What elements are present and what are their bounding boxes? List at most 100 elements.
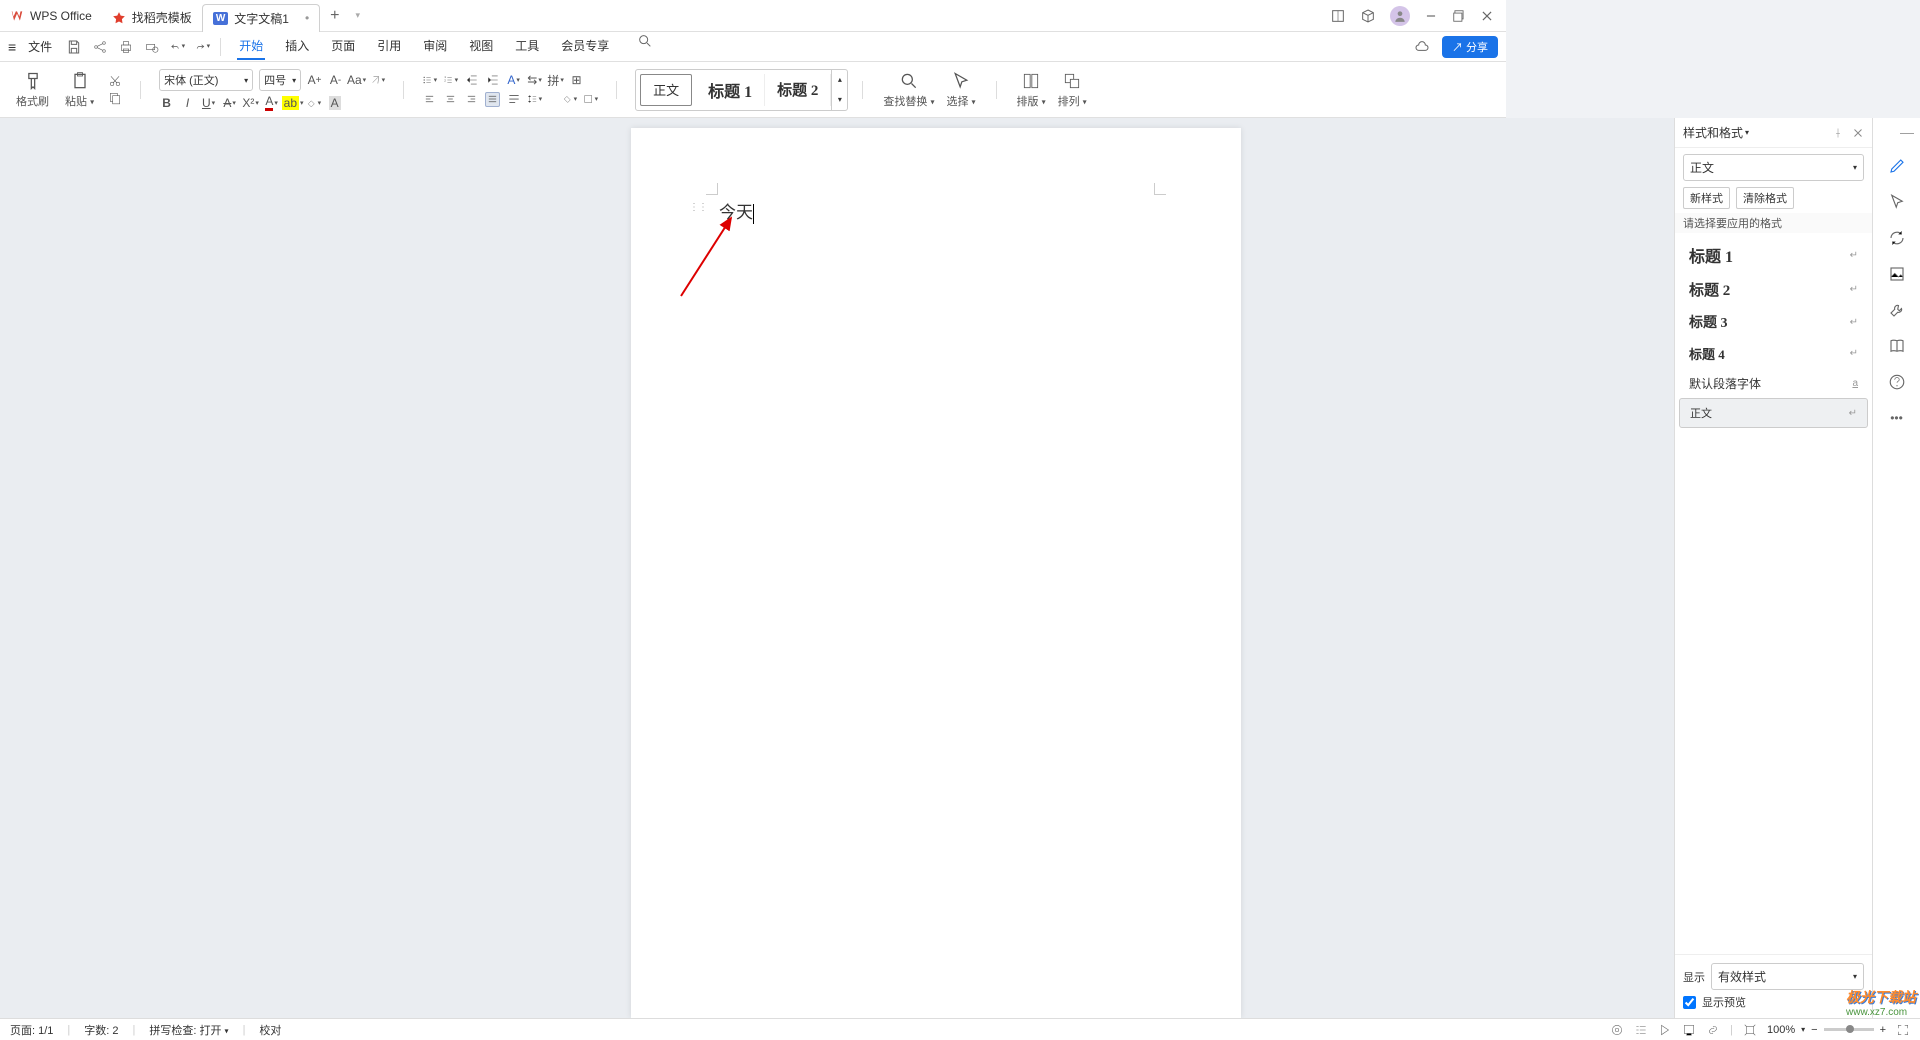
spellcheck-status[interactable]: 拼写检查: 打开 ▾ xyxy=(149,1022,228,1038)
cursor-tool-icon[interactable] xyxy=(1887,192,1907,212)
tab-view[interactable]: 视图 xyxy=(467,33,495,60)
distribute-icon[interactable] xyxy=(506,92,521,107)
shrink-font-icon[interactable]: A- xyxy=(328,73,343,88)
tab-tools[interactable]: 工具 xyxy=(513,33,541,60)
tab-template[interactable]: 找稻壳模板 xyxy=(102,4,202,32)
grow-font-icon[interactable]: A+ xyxy=(307,73,322,88)
font-select[interactable]: 宋体 (正文)▾ xyxy=(159,69,253,91)
style-h1[interactable]: 标题 1 xyxy=(696,74,765,106)
style-item-body[interactable]: 正文↵ xyxy=(1679,398,1868,428)
pin-icon[interactable] xyxy=(1832,127,1844,139)
select-button[interactable]: 选择 ▾ xyxy=(940,71,981,109)
arrange-button[interactable]: 排列 ▾ xyxy=(1052,71,1093,109)
tools-icon[interactable] xyxy=(1887,300,1907,320)
style-normal[interactable]: 正文 xyxy=(640,74,692,106)
cloud-icon[interactable] xyxy=(1414,39,1430,55)
pencil-icon[interactable] xyxy=(1887,156,1907,176)
fullscreen-icon[interactable] xyxy=(1896,1023,1910,1037)
minimize-icon[interactable] xyxy=(1424,9,1438,23)
borders-icon[interactable] xyxy=(583,92,598,107)
asian-layout-icon[interactable]: ⇆ xyxy=(527,73,542,88)
tab-reference[interactable]: 引用 xyxy=(375,33,403,60)
style-h2[interactable]: 标题 2 xyxy=(765,74,831,106)
zoom-slider[interactable] xyxy=(1824,1028,1874,1031)
new-tab-button[interactable]: + xyxy=(320,7,349,25)
page-count[interactable]: 页面: 1/1 xyxy=(10,1022,53,1038)
print-icon[interactable] xyxy=(118,39,134,55)
help-icon[interactable] xyxy=(1887,372,1907,392)
align-right-icon[interactable] xyxy=(464,92,479,107)
more-icon[interactable]: ••• xyxy=(1887,408,1907,428)
para-shading-icon[interactable] xyxy=(562,92,577,107)
link-icon[interactable] xyxy=(1706,1023,1720,1037)
layout-button[interactable]: 排版 ▾ xyxy=(1011,71,1052,109)
char-shading-icon[interactable]: A xyxy=(327,95,342,110)
gallery-icon[interactable] xyxy=(1887,264,1907,284)
numbering-icon[interactable]: 12 xyxy=(443,73,458,88)
tab-review[interactable]: 审阅 xyxy=(421,33,449,60)
document-text[interactable]: 今天 xyxy=(719,198,754,224)
change-case-icon[interactable]: Aa xyxy=(349,73,364,88)
style-scroll-up[interactable]: ▴ xyxy=(832,70,847,90)
preview-checkbox[interactable] xyxy=(1683,996,1696,1009)
tab-modified-icon[interactable]: • xyxy=(305,11,309,25)
style-item-h1[interactable]: 标题 1↵ xyxy=(1679,237,1868,273)
tab-document[interactable]: W 文字文稿1 • xyxy=(202,4,320,32)
book-icon[interactable] xyxy=(1887,336,1907,356)
tab-insert[interactable]: 插入 xyxy=(283,33,311,60)
document-area[interactable]: ⋮⋮ 今天 xyxy=(0,118,1872,1018)
settings-sync-icon[interactable] xyxy=(1887,228,1907,248)
maximize-icon[interactable] xyxy=(1452,9,1466,23)
line-spacing-icon[interactable] xyxy=(527,92,542,107)
view-outline-icon[interactable] xyxy=(1634,1023,1648,1037)
find-replace-button[interactable]: 查找替换 ▾ xyxy=(877,71,940,109)
shading-icon[interactable] xyxy=(306,95,321,110)
size-select[interactable]: 四号▾ xyxy=(259,69,301,91)
redo-button[interactable] xyxy=(195,39,210,54)
style-item-h2[interactable]: 标题 2↵ xyxy=(1679,273,1868,306)
fit-icon[interactable] xyxy=(1743,1023,1757,1037)
underline-icon[interactable]: U xyxy=(201,95,216,110)
bold-icon[interactable]: B xyxy=(159,95,174,110)
align-left-icon[interactable] xyxy=(422,92,437,107)
share-button[interactable]: ↗ 分享 xyxy=(1442,36,1498,58)
panel-close-icon[interactable] xyxy=(1852,127,1864,139)
show-filter-select[interactable]: 有效样式▾ xyxy=(1711,963,1864,990)
clear-format-button[interactable]: 清除格式 xyxy=(1736,187,1794,209)
text-effects-icon[interactable]: A xyxy=(506,73,521,88)
tab-home[interactable]: 开始 xyxy=(237,33,265,60)
close-icon[interactable] xyxy=(1480,9,1494,23)
print-preview-icon[interactable] xyxy=(144,39,160,55)
page[interactable]: ⋮⋮ 今天 xyxy=(631,128,1241,1018)
zoom-out[interactable]: − xyxy=(1811,1024,1817,1036)
view-print-icon[interactable] xyxy=(1610,1023,1624,1037)
collapse-panel-icon[interactable]: — xyxy=(1900,124,1914,140)
italic-icon[interactable]: I xyxy=(180,95,195,110)
paragraph-handle[interactable]: ⋮⋮ xyxy=(689,202,707,213)
align-center-icon[interactable] xyxy=(443,92,458,107)
style-item-h4[interactable]: 标题 4↵ xyxy=(1679,338,1868,369)
cut-icon[interactable] xyxy=(108,74,122,88)
highlight-icon[interactable]: ab xyxy=(285,95,300,110)
proof-status[interactable]: 校对 xyxy=(259,1022,281,1038)
new-style-button[interactable]: 新样式 xyxy=(1683,187,1730,209)
style-scroll-dn[interactable]: ▾ xyxy=(832,90,847,110)
char-border-icon[interactable]: ⊞ xyxy=(569,73,584,88)
save-icon[interactable] xyxy=(66,39,82,55)
format-brush-button[interactable]: 格式刷 xyxy=(10,71,55,109)
copy-icon[interactable] xyxy=(108,91,122,105)
zoom-in[interactable]: + xyxy=(1880,1024,1886,1036)
style-item-default-font[interactable]: 默认段落字体a xyxy=(1679,369,1868,398)
indent-inc-icon[interactable] xyxy=(485,73,500,88)
search-icon[interactable] xyxy=(637,33,653,49)
share-icon[interactable] xyxy=(92,39,108,55)
cube-icon[interactable] xyxy=(1360,8,1376,24)
font-color-icon[interactable]: A xyxy=(264,95,279,110)
undo-button[interactable] xyxy=(170,39,185,54)
tab-page[interactable]: 页面 xyxy=(329,33,357,60)
view-read-icon[interactable] xyxy=(1658,1023,1672,1037)
align-justify-icon[interactable] xyxy=(485,92,500,107)
panel-icon[interactable] xyxy=(1330,8,1346,24)
strike-icon[interactable]: A xyxy=(222,95,237,110)
bullets-icon[interactable] xyxy=(422,73,437,88)
